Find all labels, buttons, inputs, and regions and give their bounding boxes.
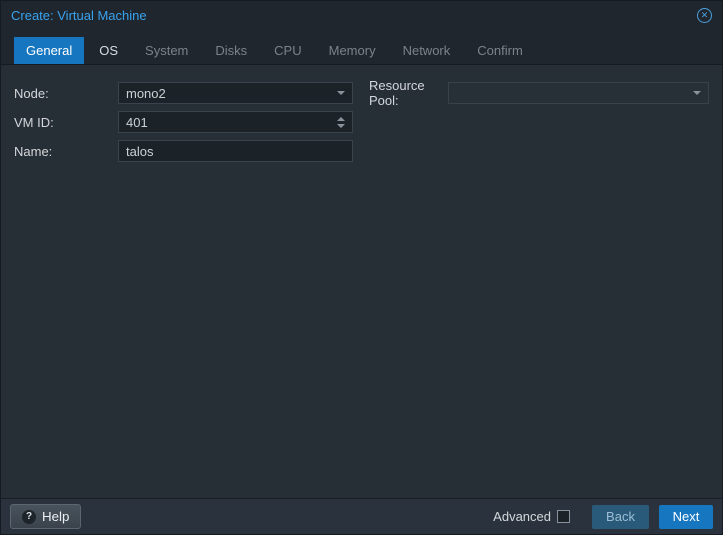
close-icon[interactable]: ✕ xyxy=(697,8,712,23)
form-left-column: Node: mono2 VM ID: 401 Name: xyxy=(14,82,353,169)
vm-id-stepper[interactable]: 401 xyxy=(118,111,353,133)
next-button[interactable]: Next xyxy=(659,505,713,529)
dialog-footer: ? Help Advanced Back Next xyxy=(1,498,722,534)
resource-pool-row: Resource Pool: xyxy=(369,82,709,104)
name-value: talos xyxy=(126,144,345,159)
vm-id-row: VM ID: 401 xyxy=(14,111,353,133)
node-label: Node: xyxy=(14,86,118,101)
general-form: Node: mono2 VM ID: 401 Name: xyxy=(1,65,722,498)
tab-general[interactable]: General xyxy=(14,37,84,64)
advanced-checkbox[interactable] xyxy=(557,510,570,523)
chevron-down-icon[interactable] xyxy=(337,91,345,95)
help-button[interactable]: ? Help xyxy=(10,504,81,529)
name-row: Name: talos xyxy=(14,140,353,162)
create-vm-dialog: Create: Virtual Machine ✕ General OS Sys… xyxy=(0,0,723,535)
chevron-down-icon[interactable] xyxy=(693,91,701,95)
name-input[interactable]: talos xyxy=(118,140,353,162)
spinner-up-icon[interactable] xyxy=(337,117,345,121)
resource-pool-select[interactable] xyxy=(448,82,709,104)
back-button[interactable]: Back xyxy=(592,505,649,529)
dialog-titlebar: Create: Virtual Machine ✕ xyxy=(1,1,722,29)
help-icon: ? xyxy=(22,510,36,524)
tab-os[interactable]: OS xyxy=(87,37,130,64)
name-label: Name: xyxy=(14,144,118,159)
advanced-label: Advanced xyxy=(493,509,551,524)
resource-pool-label: Resource Pool: xyxy=(369,78,448,108)
tab-confirm[interactable]: Confirm xyxy=(465,37,535,64)
spinner-icons xyxy=(337,117,345,128)
tab-disks[interactable]: Disks xyxy=(203,37,259,64)
node-value: mono2 xyxy=(126,86,331,101)
vm-id-label: VM ID: xyxy=(14,115,118,130)
spinner-down-icon[interactable] xyxy=(337,124,345,128)
node-row: Node: mono2 xyxy=(14,82,353,104)
tab-cpu[interactable]: CPU xyxy=(262,37,313,64)
form-right-column: Resource Pool: xyxy=(369,82,709,111)
dialog-title: Create: Virtual Machine xyxy=(11,8,147,23)
node-select[interactable]: mono2 xyxy=(118,82,353,104)
vm-id-value: 401 xyxy=(126,115,331,130)
tab-bar: General OS System Disks CPU Memory Netwo… xyxy=(1,29,722,65)
tab-memory[interactable]: Memory xyxy=(317,37,388,64)
help-button-label: Help xyxy=(42,509,69,524)
tab-system[interactable]: System xyxy=(133,37,200,64)
tab-network[interactable]: Network xyxy=(391,37,463,64)
